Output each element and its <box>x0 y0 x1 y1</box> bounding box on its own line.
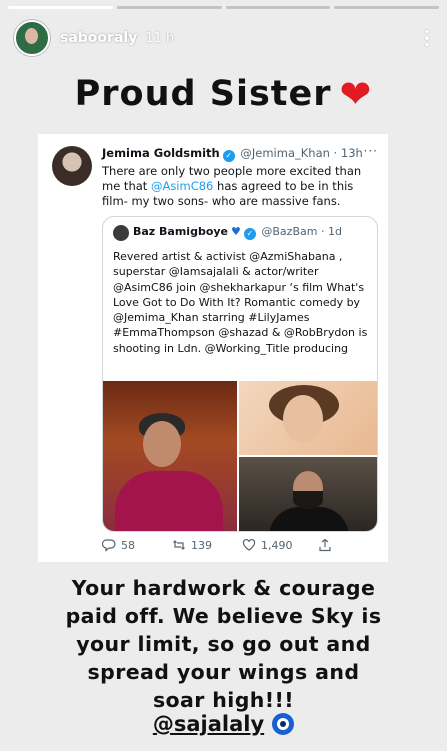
caption-line: your limit, so go out and <box>76 632 371 656</box>
story-mention-tag: @sajalaly <box>0 712 447 736</box>
story-progress-bar <box>8 6 439 9</box>
progress-segment <box>225 6 331 9</box>
quote-author-name: Baz Bamigboye <box>133 225 229 238</box>
tweet-author-avatar <box>52 146 92 186</box>
reply-icon <box>102 539 116 552</box>
story-time-ago: 11 h <box>145 30 175 46</box>
red-heart-icon: ❤ <box>339 72 373 116</box>
tweet-screenshot: Jemima Goldsmith ✓ @Jemima_Khan · 13h ···… <box>38 134 388 562</box>
headline-label: Proud Sister <box>74 74 332 114</box>
quote-photo-grid <box>103 381 377 531</box>
tweet-author-handle: @Jemima_Khan <box>240 146 330 160</box>
tweet-actions: 58 139 1,490 <box>102 538 376 552</box>
quote-author-handle: @BazBam <box>261 225 318 238</box>
retweet-button[interactable]: 139 <box>172 538 242 552</box>
verified-badge-icon: ✓ <box>222 150 235 162</box>
like-icon <box>242 538 256 551</box>
story-username[interactable]: sabooraly <box>60 30 137 46</box>
like-count: 1,490 <box>261 538 293 552</box>
tweet-time: 13h <box>340 146 363 160</box>
caption-line: soar high!!! <box>152 688 295 712</box>
tweet-author-name: Jemima Goldsmith <box>102 146 220 160</box>
photo-woman-in-sari <box>103 381 237 531</box>
tweet-more-icon: ··· <box>363 144 378 158</box>
profile-avatar[interactable] <box>14 20 50 56</box>
caption-line: spread your wings and <box>87 660 360 684</box>
share-icon <box>319 538 331 552</box>
headline-text: Proud Sister ❤ <box>0 72 447 116</box>
photo-woman-portrait <box>239 381 377 455</box>
quote-text: Revered artist & activist @AzmiShabana ,… <box>113 250 368 355</box>
tweet-mention: @AsimC86 <box>150 179 214 193</box>
story-header: sabooraly 11 h <box>14 18 437 58</box>
quote-header: Baz Bamigboye ♥ ✓ @BazBam · 1d <box>133 225 342 240</box>
retweet-count: 139 <box>191 538 212 552</box>
quote-time: 1d <box>327 225 342 238</box>
verified-badge-icon: ✓ <box>243 228 256 240</box>
tweet-text: There are only two people more excited t… <box>102 164 372 209</box>
share-button[interactable] <box>318 538 332 552</box>
quoted-tweet: Baz Bamigboye ♥ ✓ @BazBam · 1d Revered art… <box>102 216 378 532</box>
mention-link[interactable]: @sajalaly <box>153 712 264 736</box>
quote-author-avatar <box>113 225 129 241</box>
reply-count: 58 <box>121 538 135 552</box>
like-button[interactable]: 1,490 <box>242 538 318 552</box>
photo-bearded-man <box>239 457 377 531</box>
blue-heart-icon: ♥ <box>231 225 241 238</box>
story-caption: Your hardwork & courage paid off. We bel… <box>20 574 427 714</box>
more-vertical-icon[interactable] <box>417 26 437 50</box>
progress-segment <box>116 6 222 9</box>
nazar-eye-icon <box>272 713 295 735</box>
caption-line: paid off. We believe Sky is <box>65 604 382 628</box>
progress-segment <box>8 6 113 9</box>
caption-line: Your hardwork & courage <box>71 576 376 600</box>
tweet-header: Jemima Goldsmith ✓ @Jemima_Khan · 13h <box>102 146 363 162</box>
retweet-icon <box>173 540 185 550</box>
progress-segment <box>334 6 439 9</box>
reply-button[interactable]: 58 <box>102 538 172 552</box>
